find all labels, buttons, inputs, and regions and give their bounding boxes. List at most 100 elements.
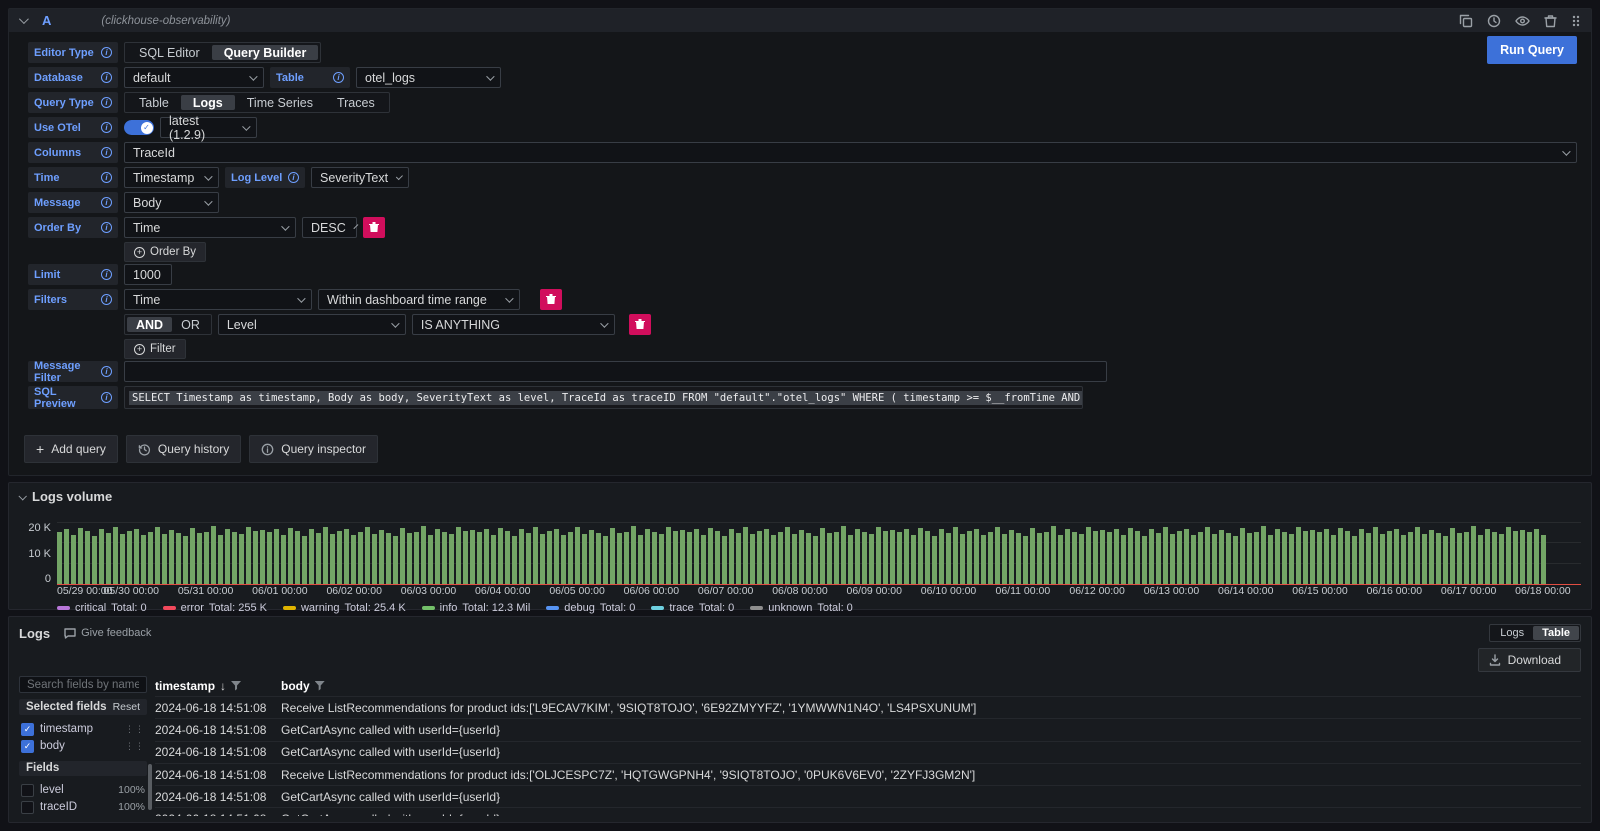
filter1-field-select[interactable]: Time — [124, 289, 312, 310]
database-select[interactable]: default — [124, 67, 264, 88]
query-history-button[interactable]: Query history — [126, 435, 241, 463]
field-row-traceID[interactable]: traceID100% — [19, 799, 147, 816]
sort-desc-icon[interactable]: ↓ — [220, 679, 226, 693]
table-row[interactable]: 2024-06-18 14:51:08GetCartAsync called w… — [155, 807, 1581, 816]
view-option-logs[interactable]: Logs — [1491, 626, 1533, 640]
search-fields-input[interactable] — [19, 676, 147, 693]
use-otel-toggle[interactable]: ✓ — [124, 120, 154, 135]
info-icon[interactable]: i — [101, 172, 112, 183]
field-checkbox[interactable]: ✓ — [21, 740, 34, 753]
filter-funnel-icon[interactable] — [315, 681, 325, 691]
reset-fields-button[interactable]: Reset — [113, 701, 140, 713]
time-column-select[interactable]: Timestamp — [124, 167, 219, 188]
legend-item-critical[interactable]: criticalTotal: 0 — [57, 602, 147, 614]
field-row-body[interactable]: ✓body⋮⋮ — [19, 738, 147, 755]
remove-filter2-button[interactable] — [629, 314, 651, 335]
message-column-select[interactable]: Body — [124, 192, 219, 213]
info-icon[interactable]: i — [101, 122, 112, 133]
query-type-switch: Table Logs Time Series Traces — [124, 92, 390, 113]
add-order-by-button[interactable]: + Order By — [124, 242, 206, 262]
or-option[interactable]: OR — [172, 317, 209, 332]
x-tick-label: 06/18 00:00 — [1515, 585, 1570, 597]
add-query-button[interactable]: + Add query — [24, 435, 118, 463]
chevron-down-icon — [600, 319, 608, 327]
info-icon[interactable]: i — [101, 366, 112, 377]
order-by-field-select[interactable]: Time — [124, 217, 296, 238]
table-row[interactable]: 2024-06-18 14:51:08GetCartAsync called w… — [155, 785, 1581, 807]
field-checkbox[interactable] — [21, 801, 34, 814]
info-icon[interactable]: i — [101, 392, 112, 403]
tab-sql-editor[interactable]: SQL Editor — [127, 45, 212, 60]
table-row[interactable]: 2024-06-18 14:51:08GetCartAsync called w… — [155, 718, 1581, 740]
legend-item-debug[interactable]: debugTotal: 0 — [546, 602, 635, 614]
logs-volume-title-row[interactable]: Logs volume — [19, 489, 1581, 504]
table-row[interactable]: 2024-06-18 14:51:08GetCartAsync called w… — [155, 741, 1581, 763]
drag-handle-icon[interactable] — [1571, 14, 1581, 28]
query-history-icon[interactable] — [1487, 14, 1501, 28]
tab-time-series[interactable]: Time Series — [235, 95, 325, 110]
field-row-level[interactable]: level100% — [19, 782, 147, 799]
tab-query-builder[interactable]: Query Builder — [212, 45, 319, 60]
logs-panel-header: Logs Give feedback Logs Table — [19, 623, 1581, 643]
add-filter-button[interactable]: + Filter — [124, 339, 186, 359]
legend-item-error[interactable]: errorTotal: 255 K — [163, 602, 267, 614]
legend-item-info[interactable]: infoTotal: 12.3 Mil — [422, 602, 531, 614]
info-icon[interactable]: i — [101, 294, 112, 305]
duplicate-query-icon[interactable] — [1459, 14, 1473, 28]
remove-filter1-button[interactable] — [540, 289, 562, 310]
info-icon[interactable]: i — [101, 147, 112, 158]
table-row[interactable]: 2024-06-18 14:51:08Receive ListRecommend… — [155, 763, 1581, 785]
remove-query-icon[interactable] — [1544, 14, 1557, 28]
field-row-timestamp[interactable]: ✓timestamp⋮⋮ — [19, 721, 147, 738]
field-checkbox[interactable] — [21, 784, 34, 797]
use-otel-label: Use OTeli — [28, 117, 118, 138]
drag-handle-icon[interactable]: ⋮⋮ — [125, 742, 145, 751]
info-icon[interactable]: i — [101, 222, 112, 233]
legend-item-unknown[interactable]: unknownTotal: 0 — [750, 602, 853, 614]
message-filter-input[interactable] — [124, 361, 1107, 382]
collapse-chevron-icon[interactable] — [18, 492, 26, 500]
field-checkbox[interactable]: ✓ — [21, 723, 34, 736]
table-select[interactable]: otel_logs — [356, 67, 501, 88]
datasource-name: (clickhouse-observability) — [101, 15, 230, 27]
query-inspector-button[interactable]: Query inspector — [249, 435, 378, 463]
info-icon[interactable]: i — [288, 172, 299, 183]
filter2-operator-select[interactable]: IS ANYTHING — [412, 314, 615, 335]
timestamp-column-header[interactable]: timestamp ↓ — [155, 679, 281, 693]
filter2-field-select[interactable]: Level — [218, 314, 406, 335]
collapse-chevron-icon[interactable] — [19, 14, 29, 24]
info-icon[interactable]: i — [101, 97, 112, 108]
table-row[interactable]: 2024-06-18 14:51:08Receive ListRecommend… — [155, 696, 1581, 718]
legend-item-trace[interactable]: traceTotal: 0 — [651, 602, 734, 614]
info-icon[interactable]: i — [101, 72, 112, 83]
query-row-header[interactable]: A (clickhouse-observability) — [9, 9, 1591, 32]
drag-handle-icon[interactable]: ⋮⋮ — [125, 725, 145, 734]
and-option[interactable]: AND — [127, 317, 172, 332]
filter-funnel-icon[interactable] — [231, 681, 241, 691]
volume-bar — [1233, 536, 1238, 585]
order-by-direction-select[interactable]: DESC — [302, 217, 357, 238]
body-column-header[interactable]: body — [281, 679, 1581, 693]
info-icon[interactable]: i — [333, 72, 344, 83]
sql-preview-box[interactable]: SELECT Timestamp as timestamp, Body as b… — [124, 386, 1083, 409]
volume-bar — [1275, 529, 1280, 585]
download-button[interactable]: Download — [1478, 648, 1581, 672]
otel-version-select[interactable]: latest (1.2.9) — [160, 117, 257, 138]
sidebar-scrollbar[interactable] — [148, 764, 152, 810]
limit-input[interactable]: 1000 — [124, 264, 172, 285]
filter1-operator-select[interactable]: Within dashboard time range — [318, 289, 520, 310]
info-icon[interactable]: i — [101, 269, 112, 280]
tab-table[interactable]: Table — [127, 95, 181, 110]
remove-order-by-button[interactable] — [363, 217, 385, 238]
run-query-button[interactable]: Run Query — [1487, 36, 1577, 64]
give-feedback-link[interactable]: Give feedback — [64, 627, 151, 639]
tab-logs[interactable]: Logs — [181, 95, 235, 110]
info-icon[interactable]: i — [101, 47, 112, 58]
columns-multiselect[interactable]: TraceId — [124, 142, 1577, 163]
hide-response-eye-icon[interactable] — [1515, 15, 1530, 27]
log-level-select[interactable]: SeverityText — [311, 167, 409, 188]
legend-item-warning[interactable]: warningTotal: 25.4 K — [283, 602, 406, 614]
view-option-table[interactable]: Table — [1533, 626, 1579, 640]
info-icon[interactable]: i — [101, 197, 112, 208]
tab-traces[interactable]: Traces — [325, 95, 387, 110]
